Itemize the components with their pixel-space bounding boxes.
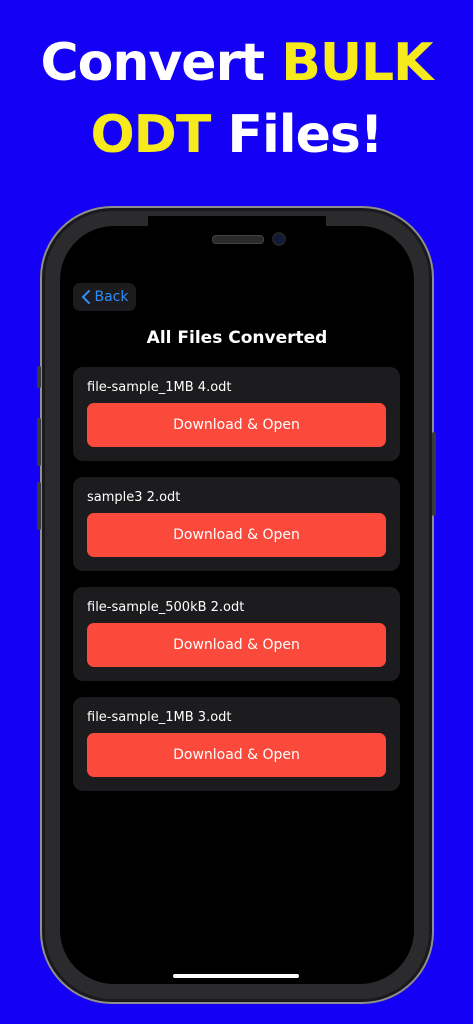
phone-volume-down: [37, 482, 41, 530]
front-camera: [272, 232, 286, 246]
file-name: sample3 2.odt: [87, 490, 181, 505]
headline-yellow-1: BULK: [281, 33, 433, 93]
download-open-button[interactable]: Download & Open: [87, 733, 386, 777]
file-name: file-sample_500kB 2.odt: [87, 600, 245, 615]
download-open-button[interactable]: Download & Open: [87, 403, 386, 447]
page-title: All Files Converted: [146, 328, 328, 348]
file-card: sample3 2.odt Download & Open: [73, 477, 400, 571]
headline-line-1: Convert BULK: [0, 30, 473, 96]
back-label: Back: [94, 289, 129, 305]
chevron-left-icon: [81, 290, 91, 304]
file-card: file-sample_1MB 3.odt Download & Open: [73, 697, 400, 791]
file-card: file-sample_1MB 4.odt Download & Open: [73, 367, 400, 461]
download-open-button[interactable]: Download & Open: [87, 513, 386, 557]
file-card: file-sample_500kB 2.odt Download & Open: [73, 587, 400, 681]
headline-white-2: Files!: [210, 105, 383, 165]
headline-line-2: ODT Files!: [0, 102, 473, 168]
headline-white-1: Convert: [40, 33, 282, 93]
phone-power-button: [432, 432, 436, 516]
download-open-button[interactable]: Download & Open: [87, 623, 386, 667]
back-button[interactable]: Back: [73, 283, 136, 311]
phone-mute-switch: [37, 366, 41, 388]
file-name: file-sample_1MB 3.odt: [87, 710, 232, 725]
speaker-grille: [212, 235, 264, 244]
phone-volume-up: [37, 418, 41, 466]
file-name: file-sample_1MB 4.odt: [87, 380, 232, 395]
home-indicator[interactable]: [173, 974, 299, 978]
headline-yellow-2: ODT: [90, 105, 211, 165]
